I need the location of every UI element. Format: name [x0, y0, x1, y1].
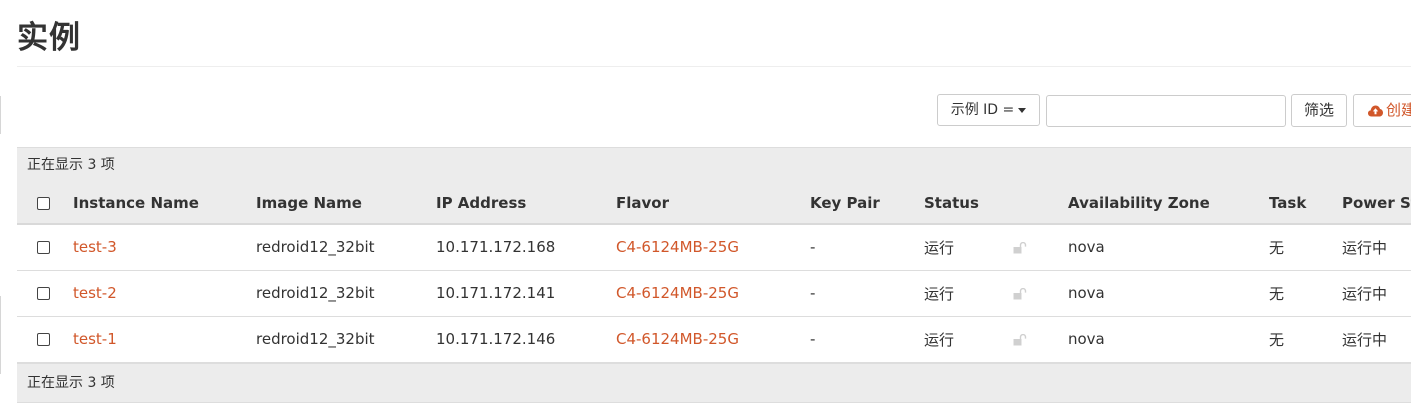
flavor-link[interactable]: C4-6124MB-25G — [616, 330, 739, 348]
lock-cell — [1013, 316, 1068, 362]
column-header[interactable]: Instance Name — [73, 182, 256, 225]
left-edge-mark — [0, 96, 1, 134]
row-checkbox[interactable] — [37, 333, 50, 346]
lock-cell — [1013, 224, 1068, 270]
instance-name-link[interactable]: test-1 — [73, 330, 117, 348]
instance-name-link[interactable]: test-2 — [73, 284, 117, 302]
key-pair-cell: - — [810, 330, 816, 348]
unlocked-icon — [1013, 333, 1027, 345]
key-pair-cell: - — [810, 284, 816, 302]
key-pair-cell: - — [810, 238, 816, 257]
column-header[interactable]: IP Address — [436, 182, 616, 225]
lock-cell — [1013, 270, 1068, 316]
create-button-label: 创建 — [1386, 101, 1411, 119]
flavor-link[interactable]: C4-6124MB-25G — [616, 238, 739, 256]
column-header[interactable]: Task — [1269, 182, 1342, 225]
image-name-cell: redroid12_32bit — [256, 284, 375, 302]
power-state-cell: 运行中 — [1342, 238, 1388, 257]
column-header[interactable]: Key Pair — [810, 182, 924, 225]
power-state-cell: 运行中 — [1342, 330, 1388, 349]
filter-field-select[interactable]: 示例 ID = — [937, 94, 1040, 126]
select-all-checkbox[interactable] — [37, 196, 50, 210]
row-checkbox[interactable] — [37, 241, 50, 255]
table-row: test-3 redroid12_32bit 10.171.172.168 C4… — [17, 224, 1411, 270]
flavor-link[interactable]: C4-6124MB-25G — [616, 284, 739, 302]
left-edge-mark — [0, 296, 1, 374]
column-header[interactable]: Image Name — [256, 182, 436, 225]
caret-down-icon — [1018, 107, 1027, 113]
status-cell: 运行 — [924, 330, 955, 349]
image-name-cell: redroid12_32bit — [256, 330, 375, 348]
select-all-cell — [17, 182, 73, 225]
availability-zone-cell: nova — [1068, 330, 1105, 348]
status-cell: 运行 — [924, 284, 955, 303]
cloud-upload-icon — [1368, 105, 1383, 117]
availability-zone-cell: nova — [1068, 238, 1105, 257]
table-header-row: Instance Name Image Name IP Address Flav… — [17, 182, 1411, 225]
task-cell: 无 — [1269, 238, 1285, 257]
column-header[interactable]: Availability Zone — [1068, 182, 1269, 225]
column-header — [1013, 182, 1068, 225]
unlocked-icon — [1013, 241, 1027, 254]
page-title: 实例 — [17, 20, 81, 56]
title-divider — [17, 66, 1411, 67]
table-row: test-2 redroid12_32bit 10.171.172.141 C4… — [17, 270, 1411, 316]
instance-name-link[interactable]: test-3 — [73, 238, 117, 256]
row-select-cell — [17, 316, 73, 362]
filter-input[interactable] — [1046, 95, 1286, 127]
task-cell: 无 — [1269, 330, 1285, 349]
filter-button[interactable]: 筛选 — [1291, 94, 1347, 127]
image-name-cell: redroid12_32bit — [256, 238, 375, 257]
instances-table: 正在显示 3 项 Instance Name Image Name IP Add… — [17, 147, 1411, 403]
table-row: test-1 redroid12_32bit 10.171.172.146 C4… — [17, 316, 1411, 362]
create-instance-button[interactable]: 创建 — [1353, 94, 1411, 127]
task-cell: 无 — [1269, 284, 1285, 303]
ip-address-cell: 10.171.172.141 — [436, 284, 556, 302]
row-checkbox[interactable] — [37, 287, 50, 300]
power-state-cell: 运行中 — [1342, 284, 1388, 303]
ip-address-cell: 10.171.172.146 — [436, 330, 556, 348]
column-header[interactable]: Status — [924, 182, 1013, 225]
status-cell: 运行 — [924, 238, 955, 257]
column-header[interactable]: Flavor — [616, 182, 810, 225]
unlocked-icon — [1013, 287, 1027, 299]
item-count-bottom: 正在显示 3 项 — [17, 362, 1411, 403]
filter-field-label: 示例 ID = — [950, 102, 1015, 118]
item-count-top: 正在显示 3 项 — [17, 147, 1411, 182]
availability-zone-cell: nova — [1068, 284, 1105, 302]
row-select-cell — [17, 224, 73, 270]
row-select-cell — [17, 270, 73, 316]
column-header[interactable]: Power State — [1342, 182, 1411, 225]
ip-address-cell: 10.171.172.168 — [436, 238, 556, 257]
